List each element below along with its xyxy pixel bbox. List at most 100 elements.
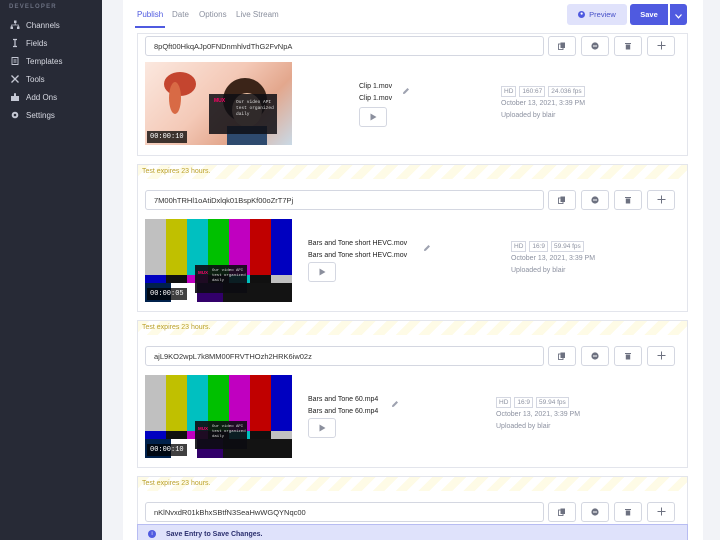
- minus-circle-icon: [591, 191, 599, 209]
- tab-live-stream[interactable]: Live Stream: [236, 10, 279, 19]
- chevron-down-icon: [675, 6, 682, 24]
- sidebar-heading: DEVELOPER: [9, 4, 57, 10]
- sidebar-item-label: Settings: [26, 110, 55, 120]
- info-icon: i: [148, 530, 156, 538]
- duration-badge: 00:00:10: [147, 131, 187, 143]
- video-filename: Bars and Tone 60.mp4: [308, 408, 379, 415]
- expiry-text: Test expires 23 hours.: [142, 324, 211, 331]
- thumbnail-brand: MUX: [198, 426, 208, 431]
- fps-chip: 59.94 fps: [551, 241, 584, 252]
- sidebar-item-fields[interactable]: Fields: [0, 34, 102, 52]
- sidebar-item-channels[interactable]: Channels: [0, 16, 102, 34]
- delete-button[interactable]: [614, 502, 642, 522]
- expiry-banner: Test expires 23 hours.: [138, 477, 687, 491]
- trash-icon: [624, 347, 632, 365]
- save-button[interactable]: Save: [630, 4, 668, 25]
- delete-button[interactable]: [614, 36, 642, 56]
- aspect-chip: 16:9: [529, 241, 549, 252]
- remove-button[interactable]: [581, 502, 609, 522]
- video-meta: HD 160:67 24.036 fps October 13, 2021, 3:3…: [501, 86, 588, 122]
- play-icon: [319, 419, 326, 437]
- reorder-button[interactable]: [647, 502, 675, 522]
- copy-icon: [558, 37, 566, 55]
- video-thumbnail[interactable]: MUX Our video API test organized daily 00:…: [145, 219, 292, 302]
- play-icon: [370, 108, 377, 126]
- copy-button[interactable]: [548, 502, 576, 522]
- video-entry: 8pQft00HkqAJp0FNDnmhlvdThG2FvNpA MUX Our…: [137, 33, 688, 156]
- video-filename: Bars and Tone short HEVC.mov: [308, 252, 408, 259]
- uploaded-by: Uploaded by blair: [511, 267, 566, 274]
- notice-text: Save Entry to Save Changes.: [166, 530, 263, 538]
- remove-button[interactable]: [581, 36, 609, 56]
- reorder-button[interactable]: [647, 346, 675, 366]
- settings-icon: [10, 110, 20, 120]
- sidebar-item-templates[interactable]: Templates: [0, 52, 102, 70]
- thumbnail-caption: Our video API test organized daily: [212, 269, 246, 283]
- copy-button[interactable]: [548, 36, 576, 56]
- trash-icon: [624, 191, 632, 209]
- fps-chip: 59.94 fps: [536, 397, 569, 408]
- resolution-chip: HD: [496, 397, 512, 408]
- tab-options[interactable]: Options: [199, 10, 227, 19]
- video-meta: HD 16:9 59.94 fps October 13, 2021, 3:39 P…: [496, 397, 580, 433]
- sidebar-item-tools[interactable]: Tools: [0, 70, 102, 88]
- unsaved-changes-notice: i Save Entry to Save Changes.: [137, 524, 688, 540]
- move-icon: [657, 347, 666, 365]
- sidebar-item-addons[interactable]: Add Ons: [0, 88, 102, 106]
- save-options-button[interactable]: [670, 4, 687, 25]
- remove-button[interactable]: [581, 346, 609, 366]
- pencil-icon[interactable]: [423, 239, 431, 251]
- pencil-icon[interactable]: [402, 82, 410, 94]
- video-meta: HD 16:9 59.94 fps October 13, 2021, 3:39 P…: [511, 241, 595, 277]
- copy-button[interactable]: [548, 346, 576, 366]
- addons-icon: [10, 92, 20, 102]
- preview-button[interactable]: ● Preview: [567, 4, 627, 25]
- preview-label: Preview: [589, 10, 616, 19]
- playback-id-field[interactable]: nKlNvxdR01kBhxSBtfN3SeaHwWGQYNqc00: [145, 502, 544, 522]
- reorder-button[interactable]: [647, 190, 675, 210]
- copy-button[interactable]: [548, 190, 576, 210]
- delete-button[interactable]: [614, 346, 642, 366]
- pencil-icon[interactable]: [391, 395, 399, 407]
- uploaded-by: Uploaded by blair: [501, 112, 556, 119]
- move-icon: [657, 37, 666, 55]
- thumbnail-caption: Our video API test organized daily: [236, 100, 274, 117]
- move-icon: [657, 503, 666, 521]
- channels-icon: [10, 20, 20, 30]
- move-icon: [657, 191, 666, 209]
- remove-button[interactable]: [581, 190, 609, 210]
- minus-circle-icon: [591, 347, 599, 365]
- upload-date: October 13, 2021, 3:39 PM: [511, 255, 596, 262]
- tab-publish[interactable]: Publish: [137, 10, 163, 19]
- sidebar-item-label: Add Ons: [26, 92, 58, 102]
- thumbnail-caption: Our video API test organized daily: [212, 425, 246, 439]
- delete-button[interactable]: [614, 190, 642, 210]
- play-icon: [319, 263, 326, 281]
- play-button[interactable]: [359, 107, 387, 127]
- sidebar-item-label: Templates: [26, 56, 63, 66]
- thumbnail-brand: MUX: [198, 270, 208, 275]
- minus-circle-icon: [591, 37, 599, 55]
- tab-date[interactable]: Date: [172, 10, 189, 19]
- sidebar-item-label: Tools: [26, 74, 45, 84]
- video-specs: HD 16:9 59.94 fps: [496, 397, 580, 409]
- fps-chip: 24.036 fps: [548, 86, 585, 97]
- playback-id-field[interactable]: ajL9KO2wpL7k8MM00FRVTHOzh2HRK6iw02z: [145, 346, 544, 366]
- fields-icon: [10, 38, 20, 48]
- video-entry: Test expires 23 hours. ajL9KO2wpL7k8MM00…: [137, 320, 688, 468]
- upload-date: October 13, 2021, 3:39 PM: [496, 411, 581, 418]
- uploaded-by: Uploaded by blair: [496, 423, 551, 430]
- sidebar-item-settings[interactable]: Settings: [0, 106, 102, 124]
- reorder-button[interactable]: [647, 36, 675, 56]
- video-thumbnail[interactable]: MUX Our video API test organized daily 00:…: [145, 375, 292, 458]
- playback-id-field[interactable]: 7M00hTRHl1oAtiDxlqk01BspKf00oZrT7Pj: [145, 190, 544, 210]
- video-thumbnail[interactable]: MUX Our video API test organized daily 00:…: [145, 62, 292, 145]
- sidebar: DEVELOPER Channels Fields Templates Tool…: [0, 0, 102, 540]
- entry-toolbar: Publish Date Options Live Stream ● Previ…: [123, 0, 703, 30]
- eye-icon: ●: [578, 11, 586, 18]
- video-title: Bars and Tone short HEVC.mov: [308, 240, 408, 247]
- play-button[interactable]: [308, 262, 336, 282]
- playback-id-field[interactable]: 8pQft00HkqAJp0FNDnmhlvdThG2FvNpA: [145, 36, 544, 56]
- duration-badge: 00:00:05: [147, 288, 187, 300]
- play-button[interactable]: [308, 418, 336, 438]
